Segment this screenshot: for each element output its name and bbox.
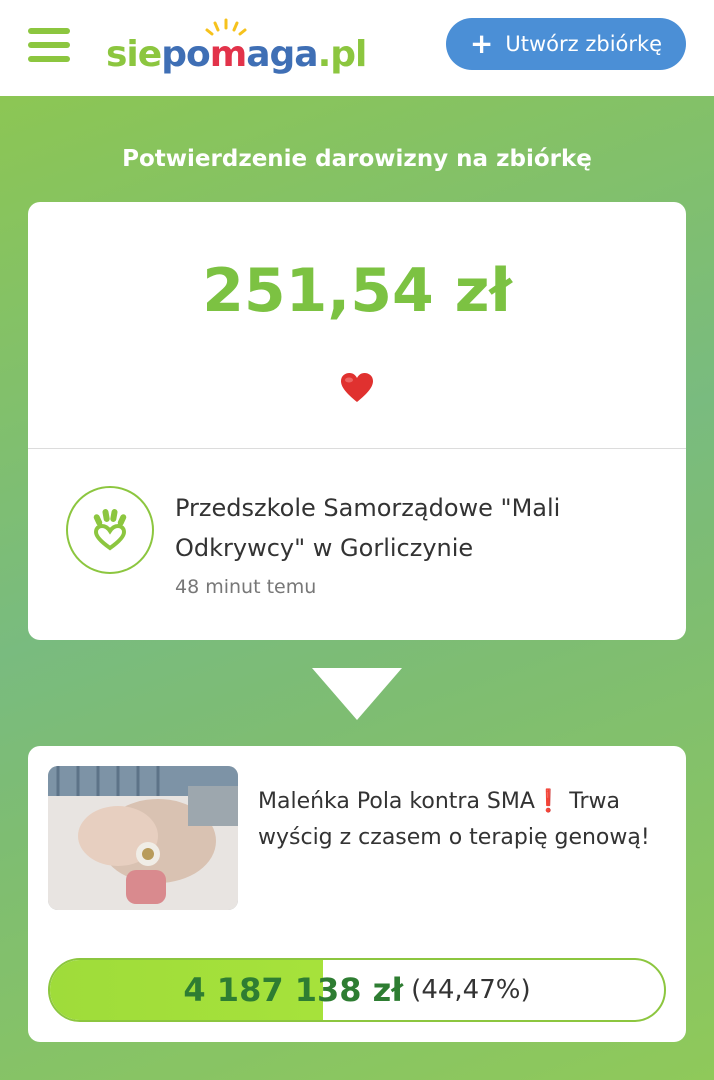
collected-percent: (44,47%)	[411, 975, 531, 1005]
donation-time: 48 minut temu	[175, 576, 317, 598]
hamburger-menu-icon[interactable]	[28, 26, 72, 66]
siepomaga-logo[interactable]: siepomaga.pl	[106, 18, 376, 80]
heart-icon	[341, 373, 373, 402]
donation-card: 251,54 zł Przedszkole Samorządowe "Mali …	[28, 202, 686, 640]
donor-name[interactable]: Przedszkole Samorządowe "Mali Odkrywcy" …	[175, 488, 645, 568]
create-fundraiser-label: Utwórz zbiórkę	[505, 32, 663, 56]
campaign-card[interactable]: Maleńka Pola kontra SMA❗ Trwa wyścig z c…	[28, 746, 686, 1042]
page-heading: Potwierdzenie darowizny na zbiórkę	[122, 146, 592, 172]
donation-amount: 251,54 zł	[202, 256, 512, 326]
arrow-down-icon	[312, 668, 402, 720]
campaign-thumbnail[interactable]	[48, 766, 238, 910]
plus-icon: +	[469, 27, 494, 60]
progress-bar: 4 187 138 zł (44,47%)	[48, 958, 666, 1022]
create-fundraiser-button[interactable]: + Utwórz zbiórkę	[446, 18, 686, 70]
collected-amount: 4 187 138 zł	[183, 971, 404, 1009]
top-bar: siepomaga.pl + Utwórz zbiórkę	[0, 0, 714, 96]
hand-heart-icon	[66, 486, 154, 574]
campaign-title[interactable]: Maleńka Pola kontra SMA❗ Trwa wyścig z c…	[258, 784, 668, 856]
divider	[28, 448, 686, 449]
logo-text: siepomaga.pl	[106, 34, 367, 75]
progress-text: 4 187 138 zł (44,47%)	[50, 960, 664, 1020]
